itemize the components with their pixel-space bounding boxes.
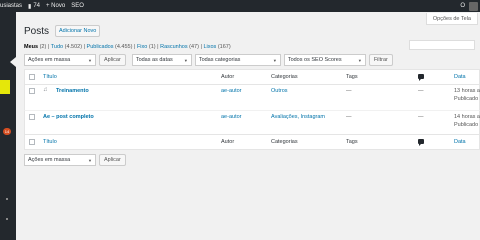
add-new-button[interactable]: Adicionar Novo [55, 25, 101, 37]
comments-count: 74 [33, 3, 41, 9]
view-sticky-count: (1) [148, 44, 156, 50]
view-sticky[interactable]: Fixo [137, 44, 147, 50]
new-content-link[interactable]: + Novo [46, 3, 65, 9]
column-tags-header: Tags [346, 74, 358, 80]
comment-bubble-icon[interactable] [418, 139, 424, 146]
post-status-filters: Meus (2) | Tudo (4.502) | Publicados (4.… [24, 44, 231, 50]
page-header: Posts Adicionar Novo [24, 25, 101, 37]
bulk-actions-select-bottom[interactable]: Ações em massa ▼ [24, 154, 96, 166]
post-date: 13 horas a [454, 88, 480, 94]
view-published-count: (4.455) [115, 44, 133, 50]
column-tags-footer: Tags [346, 139, 358, 145]
chevron-down-icon: ▼ [183, 57, 188, 63]
view-mine[interactable]: Meus [24, 44, 38, 50]
date-filter-select[interactable]: Todas as datas ▼ [131, 54, 192, 66]
filter-button[interactable]: Filtrar [368, 54, 393, 66]
seo-label: SEO [71, 3, 84, 9]
separator: | [133, 44, 136, 50]
tablenav-top: Ações em massa ▼ Aplicar Todas as datas … [24, 54, 399, 66]
post-categories[interactable]: Outros [271, 88, 288, 94]
apply-button[interactable]: Aplicar [99, 54, 126, 66]
view-all-count: (4.502) [64, 44, 83, 50]
sidebar-item-marker[interactable] [6, 198, 8, 200]
tablenav-bottom: Ações em massa ▼ Aplicar [24, 154, 132, 166]
view-trash-count: (167) [217, 44, 231, 50]
screen-options-button[interactable]: Opções de Tela [425, 13, 478, 25]
column-categories-header: Categorias [271, 74, 298, 80]
user-initial: O [460, 3, 465, 9]
update-count-badge: 14 [3, 128, 11, 135]
row-checkbox[interactable] [29, 114, 35, 120]
select-all-checkbox[interactable] [29, 139, 35, 145]
view-all[interactable]: Tudo [51, 44, 63, 50]
separator: | [47, 44, 50, 50]
post-comments: — [418, 88, 424, 94]
chevron-down-icon: ▼ [357, 57, 362, 63]
music-note-icon: ♫ [43, 87, 48, 93]
view-trash[interactable]: Lixos [203, 44, 216, 50]
category-filter-value: Todas categorias [198, 57, 241, 63]
date-filter-value: Todas as datas [135, 57, 173, 63]
seo-menu-link[interactable]: SEO [71, 3, 84, 9]
comment-bubble-icon: ▮ [28, 3, 32, 10]
seo-score-filter-select[interactable]: Todos os SEO Scores ▼ [283, 54, 366, 66]
separator: | [200, 44, 202, 50]
column-title-footer[interactable]: Título [43, 139, 57, 145]
search-input[interactable] [409, 40, 475, 50]
post-title-link[interactable]: Ae – post completo [43, 114, 94, 120]
posts-table-header: Título Autor Categorias Tags Data [24, 69, 480, 85]
comments-link[interactable]: ▮ 74 [28, 3, 40, 10]
avatar [469, 1, 478, 11]
comment-bubble-icon[interactable] [418, 74, 424, 81]
view-drafts-count: (47) [189, 44, 199, 50]
main-content: Opções de Tela Posts Adicionar Novo Meus… [20, 12, 480, 240]
view-drafts[interactable]: Rascunhos [160, 44, 188, 50]
new-content-label: + Novo [46, 3, 66, 9]
post-status: Publicado [454, 122, 479, 128]
account-menu[interactable]: O [460, 0, 478, 12]
sidebar-highlighted-item[interactable] [0, 80, 10, 94]
post-comments: — [418, 114, 424, 120]
post-tags: — [346, 114, 352, 120]
post-categories[interactable]: Avaliações, Instagram [271, 114, 325, 120]
post-tags: — [346, 88, 352, 94]
view-published[interactable]: Publicados [87, 44, 114, 50]
site-name: usiastas [0, 3, 23, 9]
category-filter-select[interactable]: Todas categorias ▼ [194, 54, 281, 66]
column-categories-footer: Categorias [271, 139, 298, 145]
post-date: 14 horas a [454, 114, 480, 120]
column-date-header[interactable]: Data [454, 74, 466, 80]
bulk-actions-value: Ações em massa [28, 57, 71, 63]
admin-sidebar: 14 [0, 12, 16, 240]
sidebar-item-marker[interactable] [6, 218, 8, 220]
chevron-down-icon: ▼ [272, 57, 277, 63]
post-title-link[interactable]: Treinamento [56, 88, 89, 94]
page-title: Posts [24, 25, 50, 37]
column-author-header: Autor [221, 74, 235, 80]
column-title-header[interactable]: Título [43, 74, 57, 80]
column-author-footer: Autor [221, 139, 235, 145]
bulk-actions-value: Ações em massa [28, 157, 71, 163]
chevron-down-icon: ▼ [88, 57, 92, 63]
bulk-actions-select[interactable]: Ações em massa ▼ [24, 54, 96, 66]
separator: | [83, 44, 86, 50]
row-checkbox[interactable] [29, 88, 35, 94]
separator: | [157, 44, 159, 50]
site-name-link[interactable]: usiastas [0, 3, 22, 9]
post-status: Publicado [454, 96, 479, 102]
view-mine-count: (2) [39, 44, 47, 50]
chevron-down-icon: ▼ [88, 157, 92, 163]
active-menu-pointer [10, 57, 16, 67]
post-author-link[interactable]: ae-autor [221, 88, 242, 94]
post-author-link[interactable]: ae-autor [221, 114, 242, 120]
table-row: ♫ Treinamento ae-autor Outros — — 13 hor… [24, 85, 480, 110]
select-all-checkbox[interactable] [29, 74, 35, 80]
column-date-footer[interactable]: Data [454, 139, 466, 145]
apply-button-bottom[interactable]: Aplicar [99, 154, 126, 166]
admin-bar: usiastas ▮ 74 + Novo SEO O [0, 0, 480, 12]
seo-score-filter-value: Todos os SEO Scores [287, 57, 342, 63]
posts-table-footer: Título Autor Categorias Tags Data [24, 134, 480, 150]
